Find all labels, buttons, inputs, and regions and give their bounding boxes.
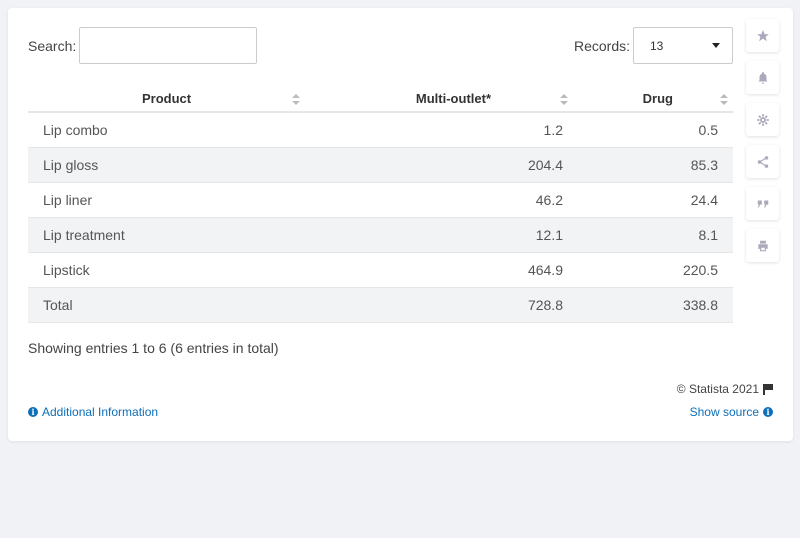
sort-icon[interactable] — [720, 94, 728, 106]
cite-button[interactable] — [746, 187, 779, 220]
cell-multi-outlet: 204.4 — [307, 147, 578, 183]
column-header-multi-outlet[interactable]: Multi-outlet* — [307, 86, 578, 113]
favorite-button[interactable] — [746, 19, 779, 52]
star-icon — [756, 29, 769, 41]
show-source-label: Show source — [689, 405, 759, 419]
info-icon: i — [28, 407, 38, 417]
cell-multi-outlet: 464.9 — [307, 252, 578, 288]
quote-icon — [757, 200, 768, 207]
column-header-drug[interactable]: Drug — [578, 86, 733, 113]
table-row: Lip gloss 204.4 85.3 — [28, 147, 733, 183]
cell-product: Lip combo — [28, 112, 307, 148]
table-row-total: Total 728.8 338.8 — [28, 287, 733, 323]
cell-drug: 0.5 — [578, 112, 733, 148]
caret-down-icon — [712, 43, 720, 48]
cell-drug: 85.3 — [578, 147, 733, 183]
cell-drug: 220.5 — [578, 252, 733, 288]
table-row: Lip liner 46.2 24.4 — [28, 182, 733, 218]
cell-product: Lip liner — [28, 182, 307, 218]
cell-product: Lip gloss — [28, 147, 307, 183]
cell-drug: 338.8 — [578, 287, 733, 323]
flag-icon — [763, 383, 773, 395]
statistic-card: Search: Records: 13 Product Multi-outlet… — [8, 8, 793, 441]
bell-icon — [757, 71, 768, 84]
cell-multi-outlet: 46.2 — [307, 182, 578, 218]
cell-multi-outlet: 1.2 — [307, 112, 578, 148]
cell-multi-outlet: 728.8 — [307, 287, 578, 323]
cell-drug: 8.1 — [578, 217, 733, 253]
cell-multi-outlet: 12.1 — [307, 217, 578, 253]
copyright-text: © Statista 2021 — [676, 382, 759, 396]
table-row: Lip treatment 12.1 8.1 — [28, 217, 733, 253]
entries-info: Showing entries 1 to 6 (6 entries in tot… — [28, 340, 279, 356]
sort-icon[interactable] — [292, 94, 300, 106]
records-select[interactable]: 13 — [633, 27, 733, 64]
show-source-link[interactable]: Show source i — [690, 405, 773, 419]
records-value: 13 — [650, 39, 664, 53]
copyright[interactable]: © Statista 2021 — [677, 382, 773, 396]
notification-button[interactable] — [746, 61, 779, 94]
sort-icon[interactable] — [560, 94, 568, 106]
table-row: Lipstick 464.9 220.5 — [28, 252, 733, 288]
search-label: Search: — [28, 38, 77, 54]
cell-product: Lipstick — [28, 252, 307, 288]
search-input[interactable] — [79, 27, 257, 64]
settings-button[interactable] — [746, 103, 779, 136]
records-label: Records: — [574, 38, 631, 54]
column-header-product[interactable]: Product — [28, 86, 307, 113]
cell-product: Lip treatment — [28, 217, 307, 253]
additional-information-link[interactable]: i Additional Information — [28, 405, 158, 419]
additional-information-label: Additional Information — [42, 405, 159, 419]
data-table: Product Multi-outlet* Drug Lip combo 1.2… — [28, 86, 733, 323]
share-button[interactable] — [746, 145, 779, 178]
cell-product: Total — [28, 287, 307, 323]
gear-icon — [756, 113, 769, 126]
sidebar-toolbar — [746, 19, 780, 271]
print-icon — [757, 240, 768, 251]
print-button[interactable] — [746, 229, 779, 262]
share-icon — [757, 155, 768, 168]
info-icon: i — [763, 407, 773, 417]
cell-drug: 24.4 — [578, 182, 733, 218]
table-header-row: Product Multi-outlet* Drug — [28, 86, 733, 113]
table-row: Lip combo 1.2 0.5 — [28, 112, 733, 148]
